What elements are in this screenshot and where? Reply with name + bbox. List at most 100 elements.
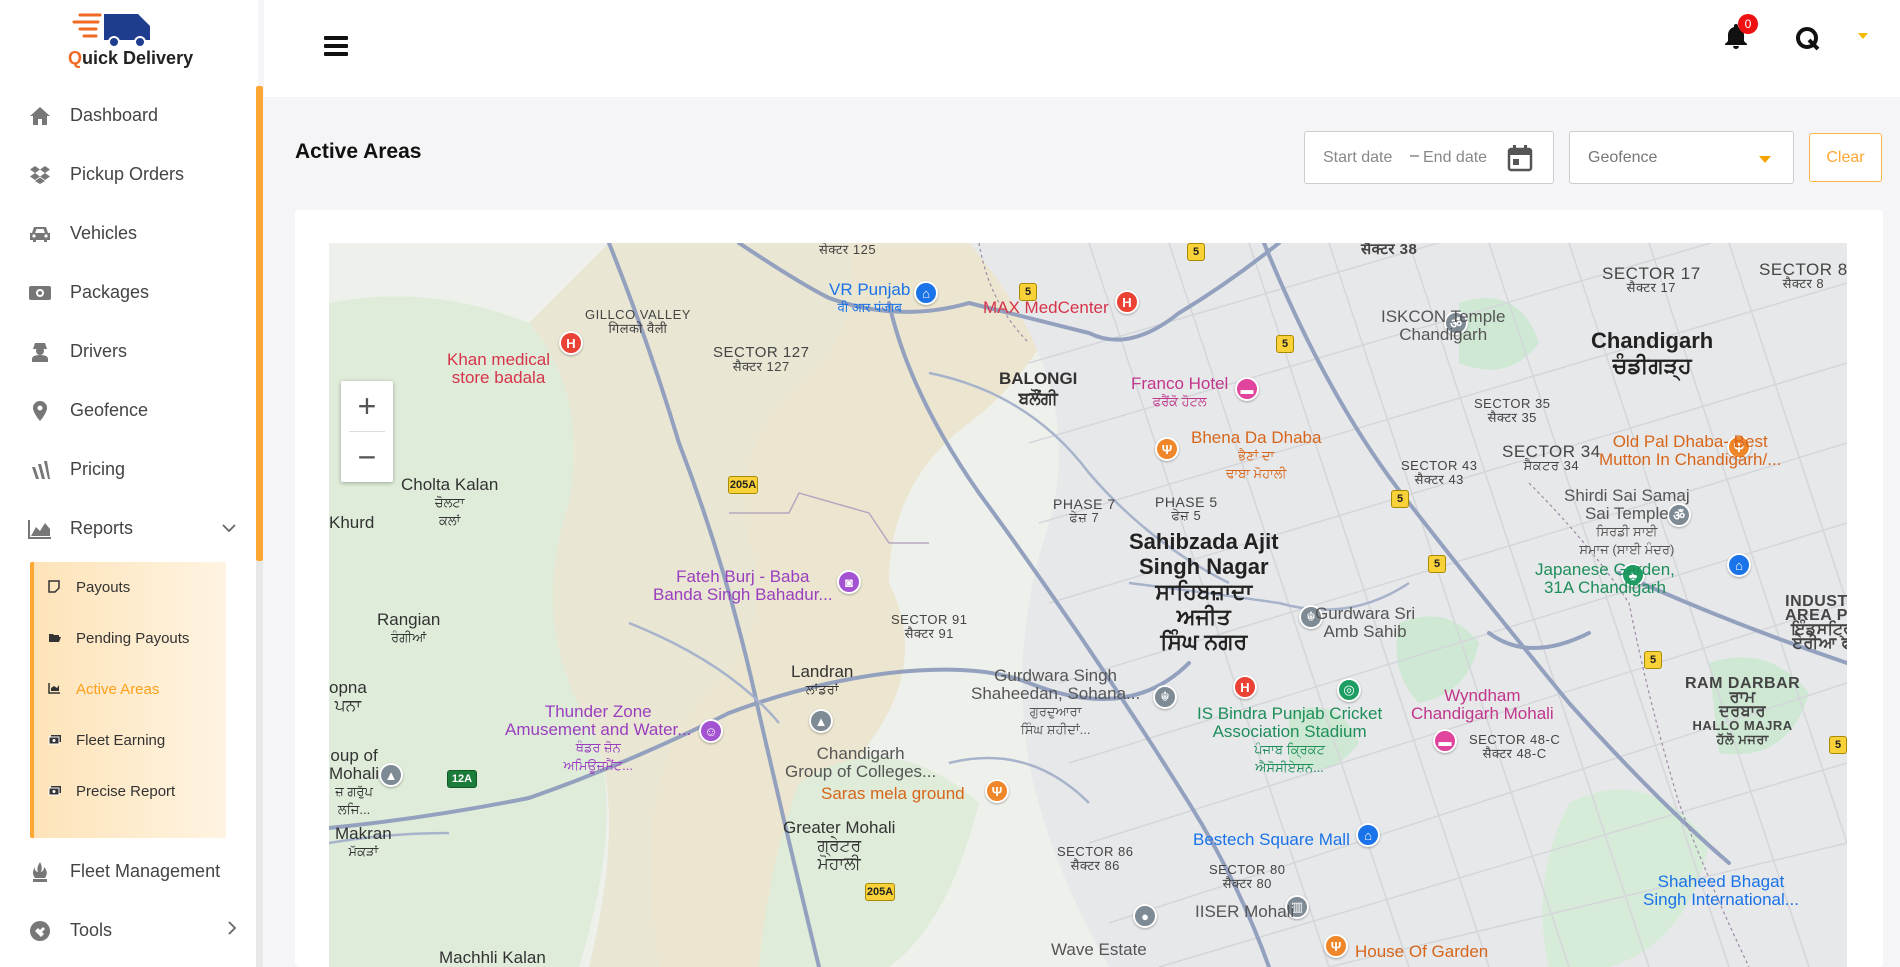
map-label: Landran ਲਾਂਡਰਾਂ (791, 662, 854, 698)
map-label: Rangian ਰੰਗੀਆਂ (377, 610, 441, 646)
sidebar-item-label: Pricing (70, 459, 126, 479)
map-label: IISER Mohali (1195, 902, 1295, 921)
sidebar-scrollbar-thumb[interactable] (256, 86, 263, 561)
school-icon[interactable]: ▲ (379, 763, 403, 787)
submenu-item-label: Payouts (76, 579, 131, 596)
sidebar-nav: Dashboard Pickup Orders Vehicles Package… (0, 86, 250, 558)
sidebar-item-dashboard[interactable]: Dashboard (0, 86, 250, 145)
map-label: SECTOR 43 सैक्टर 43 (1401, 458, 1478, 487)
amusement-park-icon[interactable]: ☺ (699, 719, 723, 743)
reports-submenu: Payouts Pending Payouts Active Areas Fle… (30, 562, 226, 838)
sidebar-item-packages[interactable]: Packages (0, 263, 250, 322)
hospital-icon[interactable]: H (1233, 675, 1257, 699)
map-label: Shirdi Sai Samaj Sai Temple ਸਿਰਡੀ ਸਾਈ ਸਮਾਜ … (1564, 486, 1690, 558)
gurdwara-icon[interactable]: ☬ (1153, 685, 1177, 709)
money-icon (28, 281, 52, 305)
zoom-in-button[interactable]: + (341, 381, 393, 431)
sidebar-item-label: Pickup Orders (70, 164, 185, 184)
submenu-item-fleet-earning[interactable]: Fleet Earning (34, 715, 226, 766)
road-shield: 205A (728, 476, 758, 494)
shopping-bag-icon[interactable]: ⌂ (1356, 823, 1380, 847)
restaurant-icon[interactable]: Ψ (1155, 437, 1179, 461)
map-label: SECTOR 34 ਸੈਕਟਰ 34 (1502, 442, 1601, 473)
map-label: SECTOR 48-C सैक्टर 48-C (1469, 732, 1561, 761)
sidebar-item-fleet-management[interactable]: Fleet Management (0, 842, 250, 901)
user-menu-caret-icon[interactable] (1858, 33, 1868, 39)
map-label: PHASE 5 ਫੇਜ਼ 5 (1155, 494, 1218, 523)
map-label: SECTOR 17 सैक्टर 17 (1602, 264, 1701, 295)
home-icon (28, 104, 52, 128)
chevron-down-icon[interactable] (222, 519, 236, 535)
sidebar-item-geofence[interactable]: Geofence (0, 381, 250, 440)
road-shield: 5 (1428, 555, 1446, 573)
user-avatar[interactable] (1794, 24, 1822, 52)
sidebar: Quick Delivery Dashboard Pickup Orders V… (0, 0, 263, 967)
hotel-icon[interactable]: ▬ (1235, 377, 1259, 401)
sidebar-item-reports[interactable]: Reports (0, 499, 250, 558)
road-shield: 12A (447, 770, 477, 788)
shopping-bag-icon[interactable]: ⌂ (914, 281, 938, 305)
road-shield: 5 (1829, 736, 1847, 754)
sidebar-scrollbar-track[interactable] (256, 561, 263, 967)
sidebar-item-pricing[interactable]: Pricing (0, 440, 250, 499)
location-icon[interactable]: ● (1133, 904, 1157, 928)
hotel-icon[interactable]: ▬ (1433, 729, 1457, 753)
sidebar-item-label: Drivers (70, 341, 127, 361)
submenu-item-pending-payouts[interactable]: Pending Payouts (34, 613, 226, 664)
map-label: Shaheed Bhagat Singh International... (1643, 872, 1799, 909)
restaurant-icon[interactable]: Ψ (985, 779, 1009, 803)
geofence-select[interactable]: Geofence (1569, 131, 1794, 184)
map-label: SECTOR 127 सैक्टर 127 (713, 344, 810, 374)
submenu-item-payouts[interactable]: Payouts (34, 562, 226, 613)
map-label: Makran ਮੱਕੜਾਂ (335, 824, 392, 860)
map-label: Bhena Da Dhaba ਭੈਣਾਂ ਦਾ ਢਾਬਾ ਮੋਹਾਲੀ (1191, 428, 1322, 482)
map-label: RAM DARBAR ਰਾਮ ਦਰਬਾਰ HALLO MAJRA ਹੱਲੋ ਮਜਰਾ (1685, 675, 1801, 747)
map-label: SECTOR 86 सैक्टर 86 (1057, 844, 1134, 873)
map-label: Cholta Kalan ਚੋਲਟਾ ਕਲਾਂ (401, 475, 499, 529)
notification-count-badge: 0 (1738, 14, 1758, 34)
map-label: SECTOR 8 सैक्टर 8 (1759, 260, 1847, 291)
calendar-icon[interactable] (1507, 144, 1533, 172)
sidebar-item-tools[interactable]: Tools (0, 901, 250, 960)
date-range-picker[interactable]: Start date – End date (1304, 131, 1554, 184)
end-date-input[interactable]: End date (1423, 149, 1487, 167)
map-label: सैक्टर 38 (1361, 243, 1418, 258)
dropbox-icon (28, 163, 52, 187)
zoom-out-button[interactable]: − (341, 432, 393, 482)
sidebar-item-drivers[interactable]: Drivers (0, 322, 250, 381)
map-label: Franco Hotel ਫਰੈਂਕੋ ਹੋਟਲ (1131, 374, 1229, 410)
chevron-right-icon[interactable] (228, 921, 237, 938)
stadium-icon[interactable]: ◎ (1337, 678, 1361, 702)
map-label: MAX MedCenter (983, 298, 1109, 317)
map-label: Khan medical store badala (447, 350, 551, 387)
tools-icon (28, 919, 52, 943)
clear-button[interactable]: Clear (1809, 133, 1882, 182)
hamburger-menu-icon[interactable] (324, 36, 348, 56)
page-title: Active Areas (295, 140, 422, 163)
geofence-select-value: Geofence (1588, 149, 1658, 166)
sidebar-item-vehicles[interactable]: Vehicles (0, 204, 250, 263)
landmark-icon[interactable]: ◙ (837, 570, 861, 594)
sidebar-item-label: Packages (70, 282, 150, 302)
map-label: Fateh Burj - Baba Banda Singh Bahadur... (653, 567, 833, 604)
map-view[interactable]: + − 5 5 5 5 5 5 5 205A 205A 12A ⌂ H H ▬ … (329, 243, 1847, 967)
submenu-item-precise-report[interactable]: Precise Report (34, 766, 226, 817)
sidebar-nav-lower: Fleet Management Tools (0, 842, 250, 960)
submenu-item-label: Active Areas (76, 681, 160, 698)
map-label: House Of Garden (1355, 942, 1489, 961)
hospital-icon[interactable]: H (559, 331, 583, 355)
submenu-item-active-areas[interactable]: Active Areas (34, 664, 226, 715)
pricing-icon (28, 458, 52, 482)
school-icon[interactable]: ▲ (809, 709, 833, 733)
restaurant-icon[interactable]: Ψ (1324, 934, 1348, 958)
map-label: SECTOR 35 सैक्टर 35 (1474, 396, 1551, 425)
map-label: PHASE 7 ਫੇਜ਼ 7 (1053, 496, 1116, 525)
map-label: सेक्टर 125 (819, 243, 877, 257)
map-label: Wyndham Chandigarh Mohali (1411, 686, 1554, 723)
start-date-input[interactable]: Start date (1323, 149, 1392, 167)
folder-open-icon (48, 631, 64, 646)
shopping-bag-icon[interactable]: ⌂ (1727, 553, 1751, 577)
sidebar-item-pickup-orders[interactable]: Pickup Orders (0, 145, 250, 204)
hospital-icon[interactable]: H (1115, 290, 1139, 314)
line-chart-icon (48, 682, 64, 697)
